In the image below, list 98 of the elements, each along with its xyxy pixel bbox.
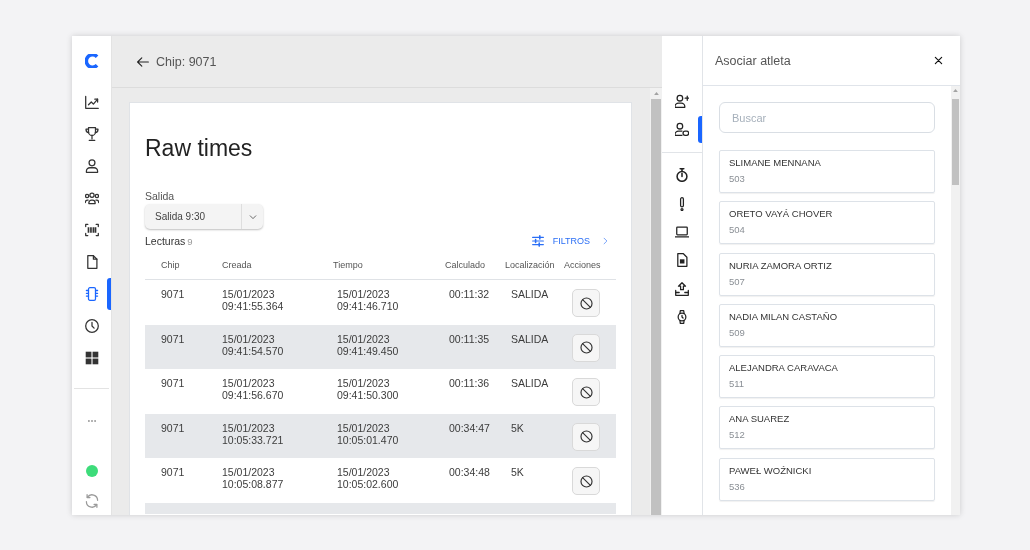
table-cell: 15/01/2023 09:41:50.300	[337, 377, 399, 402]
column-header: Calculado	[445, 260, 486, 270]
chart-icon	[84, 95, 99, 109]
table-cell: 9071	[161, 421, 185, 434]
card-title: Raw times	[145, 134, 253, 162]
table-cell: 15/01/2023 10:05:33.721	[222, 421, 284, 446]
athlete-name: NADIA MILAN CASTAÑO	[729, 309, 838, 323]
section-title: Lecturas	[145, 235, 186, 247]
ban-icon	[579, 474, 593, 488]
athlete-card[interactable]: NURIA ZAMORA ORTIZ 507	[719, 252, 935, 296]
table-cell: 00:11:32	[449, 288, 490, 300]
chevron-down-icon	[248, 212, 257, 221]
table-cell: 9071	[161, 377, 185, 390]
athlete-name: ANA SUAREZ	[729, 412, 790, 426]
person-tag-icon	[675, 122, 689, 136]
scrollbar[interactable]	[650, 88, 662, 515]
table-cell: 00:11:36	[449, 377, 490, 390]
bib-number: 509	[729, 325, 745, 339]
sliders-icon	[531, 235, 544, 247]
table-cell: 9071	[161, 466, 185, 479]
barcode-icon	[84, 223, 99, 237]
athlete-card[interactable]: ORETO VAYÁ CHOVER 504	[719, 201, 935, 245]
column-header: Chip	[161, 260, 180, 270]
ban-icon	[579, 430, 593, 444]
column-header: Localización	[505, 260, 555, 270]
action-button[interactable]	[572, 467, 600, 496]
column-header: Creada	[222, 260, 252, 270]
trophy-icon	[84, 127, 99, 141]
column-header: Tiempo	[333, 260, 363, 270]
table-cell: 00:34:47	[449, 421, 490, 434]
table-cell: 15/01/2023 10:05:01.470	[337, 421, 399, 446]
close-icon	[934, 56, 943, 65]
table-cell: 9071	[161, 332, 185, 345]
person-icon	[84, 159, 99, 173]
athlete-name: PAWEŁ WOŹNICKI	[729, 463, 812, 477]
table-cell: 00:11:35	[449, 332, 490, 345]
group-icon	[84, 191, 99, 205]
athlete-card[interactable]: SLIMANE MENNANA 503	[719, 150, 935, 193]
clock-icon	[84, 319, 99, 333]
column-header: Acciones	[564, 260, 601, 270]
bib-number: 503	[729, 172, 745, 185]
athlete-card[interactable]: ANA SUAREZ 512	[719, 406, 935, 450]
table-cell: SALIDA	[511, 377, 549, 390]
stopwatch-icon	[675, 168, 689, 183]
panel-title: Asociar atleta	[715, 53, 791, 68]
table-cell: 15/01/2023 09:41:46.710	[337, 288, 399, 312]
scrollbar-thumb[interactable]	[651, 99, 661, 515]
laptop-icon	[675, 224, 689, 239]
upload-icon	[675, 281, 689, 296]
table-cell: 15/01/2023 09:41:55.364	[222, 288, 284, 312]
bib-number: 511	[729, 377, 745, 391]
chevron-right-icon	[602, 237, 609, 245]
scrollbar[interactable]	[951, 86, 960, 515]
scrollbar-thumb[interactable]	[952, 99, 959, 185]
table-cell: SALIDA	[511, 332, 549, 345]
action-button[interactable]	[572, 422, 600, 451]
person-plus-icon	[675, 94, 689, 108]
arrow-left-icon	[137, 55, 149, 68]
table-cell: SALIDA	[511, 288, 549, 300]
athlete-name: NURIA ZAMORA ORTIZ	[729, 258, 832, 272]
bib-number: 504	[729, 223, 745, 237]
athlete-card[interactable]: NADIA MILAN CASTAÑO 509	[719, 303, 935, 347]
athlete-name: ALEJANDRA CARAVACA	[729, 361, 838, 375]
ban-icon	[579, 385, 593, 399]
ban-icon	[579, 296, 593, 310]
table-cell: 9071	[161, 288, 185, 300]
bib-number: 536	[729, 479, 745, 493]
athlete-card[interactable]: ALEJANDRA CARAVACA 511	[719, 355, 935, 399]
chip-icon	[84, 287, 99, 301]
watch-icon	[675, 310, 689, 325]
bib-number: 507	[729, 274, 745, 288]
filter-button[interactable]: FILTROS	[531, 235, 609, 247]
document-icon	[675, 253, 689, 268]
table-cell: 5K	[511, 421, 524, 434]
readings-count: 9	[187, 236, 193, 247]
document-icon	[84, 255, 99, 269]
action-button[interactable]	[572, 333, 600, 362]
athlete-card[interactable]: PAWEŁ WOŹNICKI 536	[719, 457, 935, 501]
bib-number: 512	[729, 428, 745, 442]
ban-icon	[579, 341, 593, 355]
table-cell: 15/01/2023 09:41:49.450	[337, 332, 399, 357]
action-button[interactable]	[572, 289, 600, 317]
refresh-icon[interactable]	[84, 494, 99, 508]
table-cell: 5K	[511, 466, 524, 479]
table-cell: 15/01/2023 09:41:56.670	[222, 377, 284, 402]
table-cell: 15/01/2023 10:05:02.600	[337, 466, 399, 491]
athlete-name: SLIMANE MENNANA	[729, 156, 821, 169]
grid-icon	[84, 351, 99, 365]
dropdown[interactable]: Salida 9:30	[145, 204, 263, 229]
action-button[interactable]	[572, 378, 600, 407]
logo-icon[interactable]	[84, 54, 99, 68]
page-title: Chip: 9071	[156, 54, 217, 69]
search-field[interactable]: Buscar	[719, 102, 935, 133]
athlete-name: ORETO VAYÁ CHOVER	[729, 207, 833, 221]
table-cell: 15/01/2023 09:41:54.570	[222, 332, 284, 357]
table-cell: 15/01/2023 10:05:08.877	[222, 466, 284, 491]
table-cell: 00:34:48	[449, 466, 490, 479]
field-label: Salida	[145, 189, 175, 203]
